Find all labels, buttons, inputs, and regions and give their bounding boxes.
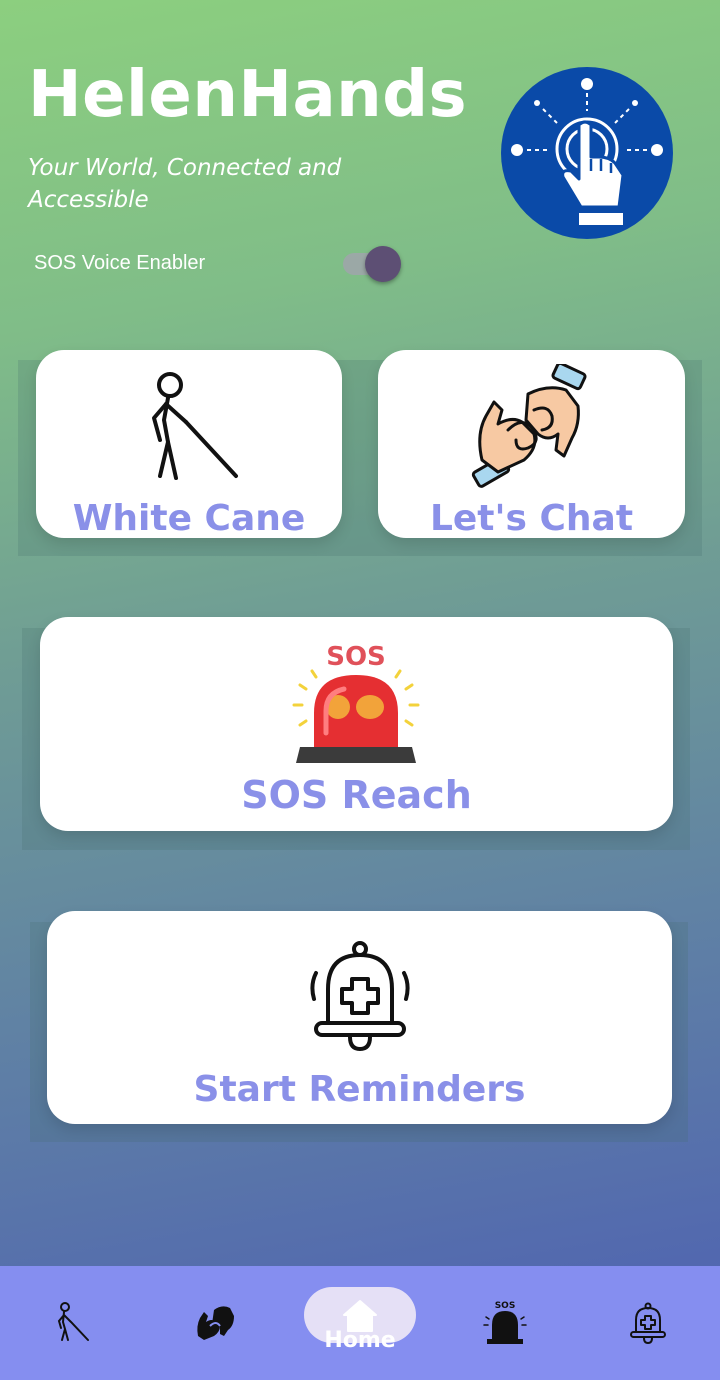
home-label: Home: [324, 1328, 396, 1353]
nav-home[interactable]: Home: [300, 1266, 420, 1380]
white-cane-person-icon: [152, 372, 238, 480]
sos-reach-card[interactable]: SOS SOS Reach: [40, 617, 673, 831]
tap-hand-icon: [511, 78, 663, 225]
sos-voice-toggle[interactable]: [343, 246, 401, 282]
sign-language-hands-icon: [471, 364, 587, 488]
nav-white-cane[interactable]: [30, 1266, 120, 1380]
start-reminders-label: Start Reminders: [193, 1069, 526, 1110]
medical-bell-icon: [310, 941, 410, 1051]
bottom-nav: Home SOS: [0, 1266, 720, 1380]
medical-bell-icon: [630, 1302, 666, 1344]
lets-chat-label: Let's Chat: [429, 498, 634, 539]
nav-sos-badge: SOS: [495, 1301, 516, 1311]
toggle-thumb: [365, 246, 401, 282]
app-tagline: Your World, Connected and Accessible: [28, 155, 342, 213]
sos-siren-icon: SOS: [292, 642, 420, 763]
sos-reach-label: SOS Reach: [241, 773, 472, 817]
lets-chat-card[interactable]: Let's Chat: [378, 350, 685, 539]
sos-badge-text: SOS: [326, 642, 386, 672]
app-title: HelenHands: [28, 58, 468, 132]
white-cane-card[interactable]: White Cane: [36, 350, 342, 539]
start-reminders-card[interactable]: Start Reminders: [47, 911, 672, 1124]
white-cane-person-icon: [57, 1302, 89, 1341]
sos-siren-icon: SOS: [483, 1301, 527, 1344]
nav-lets-chat[interactable]: [170, 1266, 260, 1380]
nav-reminders[interactable]: [600, 1266, 690, 1380]
white-cane-label: White Cane: [72, 498, 306, 539]
sign-language-hands-icon: [197, 1306, 234, 1340]
app-logo: [501, 67, 673, 239]
nav-sos-reach[interactable]: SOS: [460, 1266, 550, 1380]
sos-voice-label: SOS Voice Enabler: [34, 252, 206, 274]
